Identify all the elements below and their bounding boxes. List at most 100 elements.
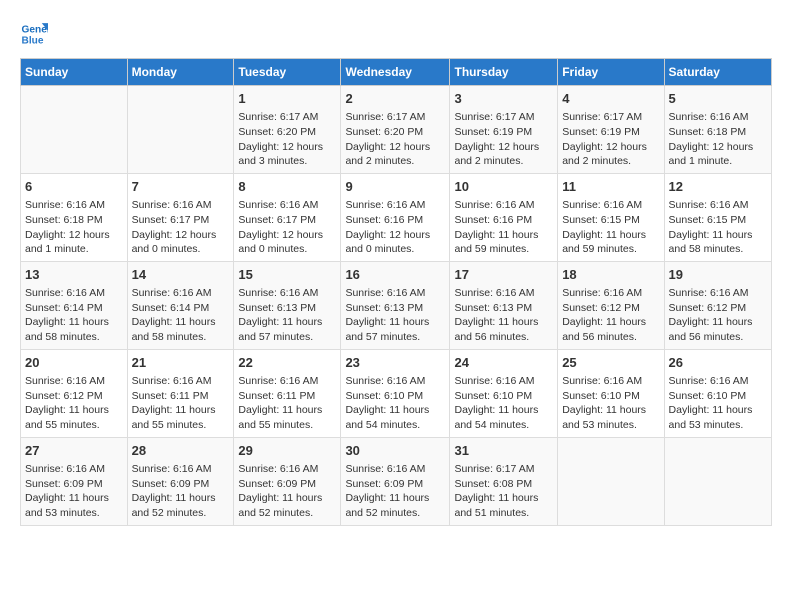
- day-info: Sunrise: 6:16 AM: [345, 198, 445, 213]
- day-info: Sunrise: 6:16 AM: [454, 198, 553, 213]
- day-info: Sunset: 6:10 PM: [454, 389, 553, 404]
- day-info: Sunset: 6:09 PM: [238, 477, 336, 492]
- day-info: Sunset: 6:13 PM: [454, 301, 553, 316]
- day-info: Daylight: 11 hours and 56 minutes.: [454, 315, 553, 344]
- day-info: Sunrise: 6:16 AM: [454, 374, 553, 389]
- calendar-cell: 20Sunrise: 6:16 AMSunset: 6:12 PMDayligh…: [21, 349, 128, 437]
- calendar-cell: [21, 86, 128, 174]
- calendar-cell: 25Sunrise: 6:16 AMSunset: 6:10 PMDayligh…: [558, 349, 664, 437]
- day-info: Sunset: 6:16 PM: [454, 213, 553, 228]
- day-number: 29: [238, 442, 336, 460]
- day-info: Sunset: 6:12 PM: [669, 301, 767, 316]
- day-info: Daylight: 11 hours and 59 minutes.: [454, 228, 553, 257]
- day-info: Daylight: 12 hours and 0 minutes.: [132, 228, 230, 257]
- day-info: Sunrise: 6:16 AM: [562, 286, 659, 301]
- day-number: 4: [562, 90, 659, 108]
- day-info: Daylight: 12 hours and 3 minutes.: [238, 140, 336, 169]
- day-info: Daylight: 12 hours and 1 minute.: [25, 228, 123, 257]
- day-info: Sunrise: 6:17 AM: [345, 110, 445, 125]
- day-info: Sunrise: 6:16 AM: [669, 374, 767, 389]
- weekday-header-saturday: Saturday: [664, 59, 771, 86]
- day-info: Sunrise: 6:16 AM: [238, 374, 336, 389]
- day-info: Sunset: 6:14 PM: [132, 301, 230, 316]
- day-info: Daylight: 11 hours and 52 minutes.: [132, 491, 230, 520]
- calendar-cell: 6Sunrise: 6:16 AMSunset: 6:18 PMDaylight…: [21, 173, 128, 261]
- day-info: Sunset: 6:08 PM: [454, 477, 553, 492]
- day-info: Sunrise: 6:16 AM: [238, 462, 336, 477]
- calendar-cell: 10Sunrise: 6:16 AMSunset: 6:16 PMDayligh…: [450, 173, 558, 261]
- day-number: 30: [345, 442, 445, 460]
- calendar-cell: 8Sunrise: 6:16 AMSunset: 6:17 PMDaylight…: [234, 173, 341, 261]
- logo-icon: General Blue: [20, 20, 48, 48]
- calendar-cell: 14Sunrise: 6:16 AMSunset: 6:14 PMDayligh…: [127, 261, 234, 349]
- day-info: Daylight: 11 hours and 52 minutes.: [238, 491, 336, 520]
- day-info: Sunset: 6:14 PM: [25, 301, 123, 316]
- day-number: 9: [345, 178, 445, 196]
- calendar-cell: 11Sunrise: 6:16 AMSunset: 6:15 PMDayligh…: [558, 173, 664, 261]
- day-info: Daylight: 11 hours and 56 minutes.: [669, 315, 767, 344]
- day-number: 2: [345, 90, 445, 108]
- day-info: Daylight: 12 hours and 0 minutes.: [345, 228, 445, 257]
- weekday-header-sunday: Sunday: [21, 59, 128, 86]
- calendar-cell: 7Sunrise: 6:16 AMSunset: 6:17 PMDaylight…: [127, 173, 234, 261]
- day-info: Sunrise: 6:16 AM: [132, 462, 230, 477]
- day-info: Daylight: 11 hours and 53 minutes.: [562, 403, 659, 432]
- day-info: Sunrise: 6:16 AM: [132, 198, 230, 213]
- day-number: 20: [25, 354, 123, 372]
- day-number: 13: [25, 266, 123, 284]
- day-number: 14: [132, 266, 230, 284]
- day-info: Sunrise: 6:16 AM: [669, 286, 767, 301]
- calendar-cell: 29 Sunrise: 6:16 AMSunset: 6:09 PMDayligh…: [234, 437, 341, 525]
- day-info: Sunrise: 6:16 AM: [132, 286, 230, 301]
- day-info: Sunrise: 6:17 AM: [454, 110, 553, 125]
- calendar-cell: 26Sunrise: 6:16 AMSunset: 6:10 PMDayligh…: [664, 349, 771, 437]
- calendar-cell: 3Sunrise: 6:17 AMSunset: 6:19 PMDaylight…: [450, 86, 558, 174]
- day-info: Daylight: 11 hours and 53 minutes.: [25, 491, 123, 520]
- day-number: 17: [454, 266, 553, 284]
- day-number: 28: [132, 442, 230, 460]
- calendar-cell: [127, 86, 234, 174]
- calendar-cell: 17 Sunrise: 6:16 AMSunset: 6:13 PMDayligh…: [450, 261, 558, 349]
- day-info: Sunrise: 6:16 AM: [669, 198, 767, 213]
- day-number: 18: [562, 266, 659, 284]
- weekday-header-wednesday: Wednesday: [341, 59, 450, 86]
- day-info: Sunset: 6:18 PM: [669, 125, 767, 140]
- calendar-cell: 28Sunrise: 6:16 AMSunset: 6:09 PMDayligh…: [127, 437, 234, 525]
- day-info: Sunrise: 6:16 AM: [25, 462, 123, 477]
- day-info: Sunrise: 6:16 AM: [669, 110, 767, 125]
- day-number: 16: [345, 266, 445, 284]
- calendar-cell: 22Sunrise: 6:16 AMSunset: 6:11 PMDayligh…: [234, 349, 341, 437]
- calendar-cell: [664, 437, 771, 525]
- day-number: 21: [132, 354, 230, 372]
- calendar-cell: [558, 437, 664, 525]
- day-number: 25: [562, 354, 659, 372]
- day-info: Sunrise: 6:16 AM: [132, 374, 230, 389]
- day-info: Sunset: 6:13 PM: [345, 301, 445, 316]
- day-info: Sunrise: 6:16 AM: [562, 374, 659, 389]
- day-info: Daylight: 12 hours and 1 minute.: [669, 140, 767, 169]
- day-info: Sunset: 6:11 PM: [132, 389, 230, 404]
- day-info: Daylight: 12 hours and 2 minutes.: [345, 140, 445, 169]
- day-info: Sunset: 6:15 PM: [669, 213, 767, 228]
- calendar-table: SundayMondayTuesdayWednesdayThursdayFrid…: [20, 58, 772, 526]
- weekday-header-friday: Friday: [558, 59, 664, 86]
- svg-text:General: General: [22, 24, 48, 35]
- day-info: Sunrise: 6:16 AM: [238, 198, 336, 213]
- calendar-cell: 5Sunrise: 6:16 AMSunset: 6:18 PMDaylight…: [664, 86, 771, 174]
- calendar-cell: 24Sunrise: 6:16 AMSunset: 6:10 PMDayligh…: [450, 349, 558, 437]
- calendar-cell: 4Sunrise: 6:17 AMSunset: 6:19 PMDaylight…: [558, 86, 664, 174]
- day-number: 23: [345, 354, 445, 372]
- calendar-cell: 13Sunrise: 6:16 AMSunset: 6:14 PMDayligh…: [21, 261, 128, 349]
- day-info: Sunset: 6:10 PM: [345, 389, 445, 404]
- day-info: Daylight: 11 hours and 57 minutes.: [345, 315, 445, 344]
- day-info: Sunset: 6:20 PM: [238, 125, 336, 140]
- day-number: 26: [669, 354, 767, 372]
- day-info: Sunrise: 6:16 AM: [454, 286, 553, 301]
- day-info: Sunset: 6:19 PM: [562, 125, 659, 140]
- page-header: General Blue: [20, 20, 772, 48]
- calendar-cell: 9Sunrise: 6:16 AMSunset: 6:16 PMDaylight…: [341, 173, 450, 261]
- day-info: Daylight: 11 hours and 57 minutes.: [238, 315, 336, 344]
- day-info: Daylight: 12 hours and 0 minutes.: [238, 228, 336, 257]
- day-info: Sunrise: 6:17 AM: [238, 110, 336, 125]
- svg-text:Blue: Blue: [22, 35, 44, 46]
